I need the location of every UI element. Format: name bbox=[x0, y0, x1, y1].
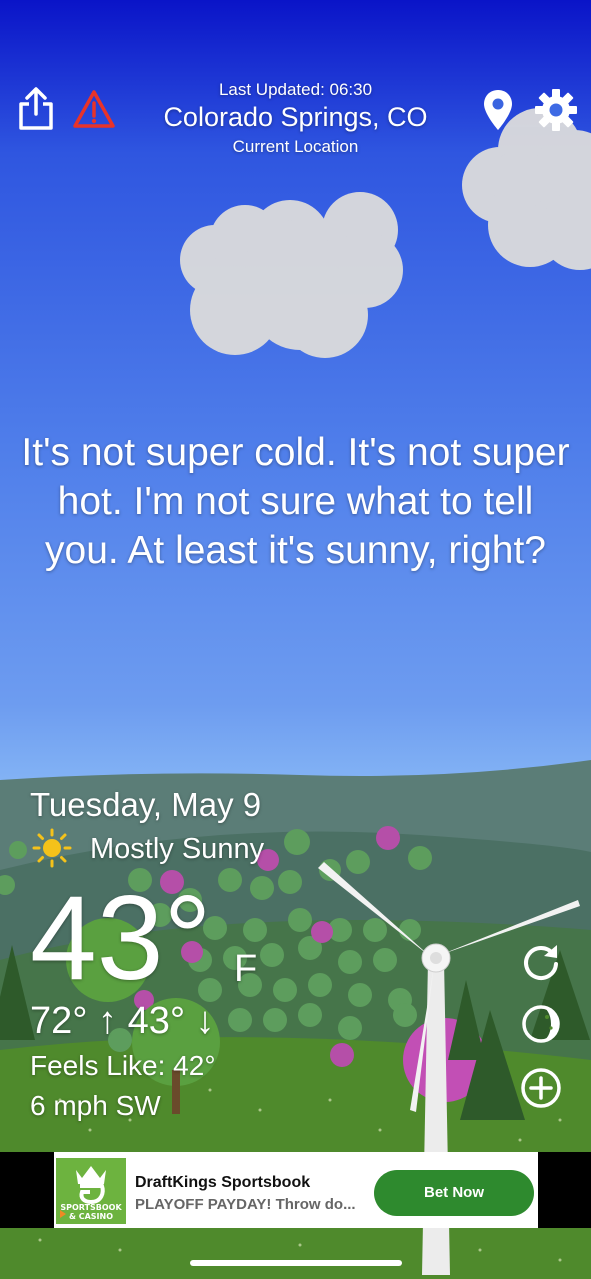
landscape-scene bbox=[0, 108, 591, 1279]
moon-phase-icon bbox=[522, 1005, 560, 1043]
add-location-button[interactable] bbox=[519, 1066, 563, 1110]
condition-label: Mostly Sunny bbox=[90, 833, 265, 865]
feels-like: Feels Like: 42° bbox=[30, 1050, 216, 1081]
current-location-label: Current Location bbox=[232, 137, 359, 156]
home-indicator[interactable] bbox=[190, 1260, 402, 1266]
moon-phase-button[interactable] bbox=[519, 1002, 563, 1046]
wind-speed: 6 mph SW bbox=[30, 1090, 161, 1121]
location-pin-icon bbox=[484, 90, 512, 130]
temperature-unit[interactable]: F bbox=[234, 948, 257, 991]
ad-bet-now-button[interactable]: Bet Now bbox=[374, 1170, 534, 1216]
gear-icon bbox=[535, 89, 577, 131]
forecast-date: Tuesday, May 9 bbox=[30, 786, 262, 823]
cloud-center bbox=[180, 192, 403, 358]
ad-subtitle[interactable]: PLAYOFF PAYDAY! Throw do... bbox=[135, 1196, 365, 1213]
condition-icon-wrap bbox=[32, 828, 72, 868]
high-low-temperature: 72° ↑ 43° ↓ bbox=[30, 1000, 215, 1042]
current-temperature: 43° bbox=[30, 871, 212, 1005]
weather-message: It's not super cold. It's not super hot.… bbox=[21, 431, 570, 572]
ad-logo-text: SPORTSBOOK & CASINO bbox=[60, 1203, 122, 1221]
add-circle-icon bbox=[521, 1068, 561, 1108]
location-button[interactable] bbox=[480, 88, 516, 132]
settings-button[interactable] bbox=[532, 86, 580, 134]
sun-icon bbox=[32, 828, 72, 868]
ad-title[interactable]: DraftKings Sportsbook bbox=[135, 1174, 310, 1192]
refresh-button[interactable] bbox=[519, 940, 563, 984]
refresh-icon bbox=[524, 945, 558, 981]
